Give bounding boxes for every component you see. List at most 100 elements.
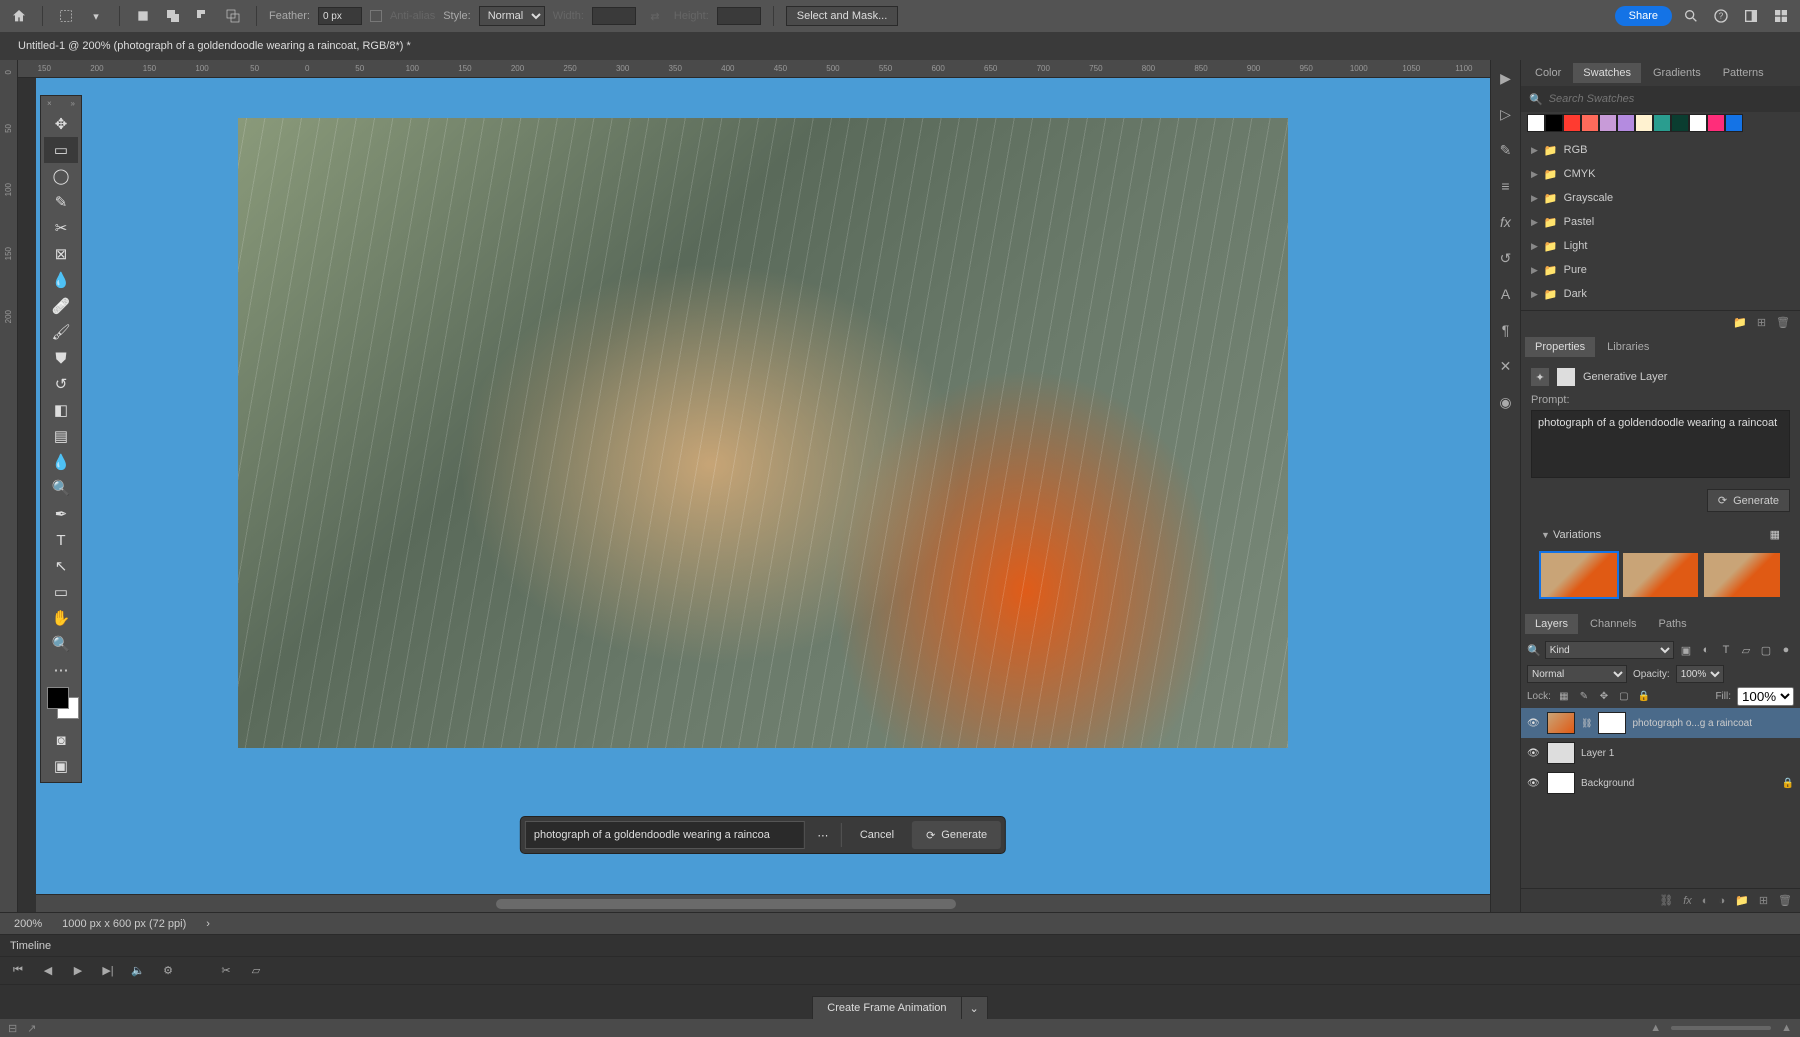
marquee-preset-icon[interactable] — [55, 5, 77, 27]
filter-type-icon[interactable]: T — [1718, 642, 1734, 658]
blend-mode-select[interactable]: Normal — [1527, 665, 1627, 683]
filter-adjust-icon[interactable]: ◐ — [1698, 642, 1714, 658]
layer-thumb[interactable] — [1547, 742, 1575, 764]
swatch-chip[interactable] — [1707, 114, 1725, 132]
pasteboard[interactable]: ⋯ Cancel ⟳Generate — [36, 78, 1490, 894]
eraser-tool[interactable]: ◧ — [44, 397, 78, 423]
swatch-chip[interactable] — [1545, 114, 1563, 132]
blur-tool[interactable]: 💧 — [44, 449, 78, 475]
prompt-textarea[interactable]: photograph of a goldendoodle wearing a r… — [1531, 410, 1790, 478]
mask-icon[interactable]: ◐ — [1702, 895, 1709, 907]
swatch-search-input[interactable] — [1549, 93, 1792, 105]
layer-row[interactable]: 👁 Background 🔒 — [1521, 768, 1800, 798]
rectangle-tool[interactable]: ▭ — [44, 579, 78, 605]
fx-icon[interactable]: fx — [1683, 895, 1692, 907]
audio-icon[interactable]: 🔈 — [130, 963, 146, 979]
zoom-in-slider-icon[interactable]: ▲ — [1781, 1022, 1792, 1034]
swatch-chip[interactable] — [1563, 114, 1581, 132]
swatch-chip[interactable] — [1725, 114, 1743, 132]
dock-settings-icon[interactable]: ✕ — [1496, 356, 1516, 376]
timeline-header[interactable]: Timeline — [0, 934, 1800, 956]
swatch-chip[interactable] — [1617, 114, 1635, 132]
visibility-icon[interactable]: 👁 — [1527, 718, 1541, 729]
dropdown-icon[interactable]: ▾ — [85, 5, 107, 27]
home-button[interactable] — [8, 5, 30, 27]
swatch-chip[interactable] — [1527, 114, 1545, 132]
quick-mask-tool[interactable]: ◙ — [44, 727, 78, 753]
timeline-zoom-slider[interactable] — [1671, 1026, 1771, 1030]
swatch-folder[interactable]: ▶📁RGB — [1521, 138, 1800, 162]
gradient-tool[interactable]: ▤ — [44, 423, 78, 449]
dock-learn-icon[interactable]: ▶ — [1496, 68, 1516, 88]
stamp-tool[interactable]: ⛊ — [44, 345, 78, 371]
split-icon[interactable]: ✂ — [218, 963, 234, 979]
new-layer-icon[interactable]: ⊞ — [1759, 894, 1768, 907]
layer-mask-thumb[interactable] — [1598, 712, 1626, 734]
new-group-icon[interactable]: 📁 — [1733, 316, 1747, 329]
gen-prompt-input[interactable] — [525, 821, 805, 849]
subtract-selection-icon[interactable] — [192, 5, 214, 27]
tab-color[interactable]: Color — [1525, 63, 1571, 83]
layer-filter-select[interactable]: Kind — [1545, 641, 1674, 659]
filter-pixel-icon[interactable]: ▣ — [1678, 642, 1694, 658]
edit-toolbar-icon[interactable]: ⋯ — [44, 657, 78, 683]
tab-properties[interactable]: Properties — [1525, 337, 1595, 357]
dock-type-icon[interactable]: A — [1496, 284, 1516, 304]
dock-comments-icon[interactable]: ◉ — [1496, 392, 1516, 412]
style-select[interactable]: Normal — [479, 6, 545, 26]
move-tool[interactable]: ✥ — [44, 111, 78, 137]
lock-position-icon[interactable]: ✥ — [1597, 690, 1611, 704]
properties-generate-button[interactable]: ⟳Generate — [1707, 489, 1790, 512]
canvas[interactable] — [238, 118, 1288, 748]
tab-layers[interactable]: Layers — [1525, 614, 1578, 634]
zoom-out-slider-icon[interactable]: ▲ — [1650, 1022, 1661, 1034]
create-frame-dropdown[interactable]: ⌄ — [961, 997, 987, 1020]
swatch-folder[interactable]: ▶📁CMYK — [1521, 162, 1800, 186]
first-frame-icon[interactable]: ⏮ — [10, 963, 26, 979]
select-and-mask-button[interactable]: Select and Mask... — [786, 6, 899, 26]
lock-pixels-icon[interactable]: ✎ — [1577, 690, 1591, 704]
tab-patterns[interactable]: Patterns — [1713, 63, 1774, 83]
lasso-tool[interactable]: ◯ — [44, 163, 78, 189]
hand-tool[interactable]: ✋ — [44, 605, 78, 631]
layer-thumb[interactable] — [1547, 712, 1575, 734]
dock-adjust-icon[interactable]: ≡ — [1496, 176, 1516, 196]
eyedropper-tool[interactable]: 💧 — [44, 267, 78, 293]
feather-input[interactable] — [318, 7, 362, 25]
fill-select[interactable]: 100% — [1737, 687, 1794, 706]
layer-name[interactable]: Background — [1581, 778, 1776, 789]
layer-name[interactable]: photograph o...g a raincoat — [1632, 718, 1794, 729]
grid-view-icon[interactable]: ▦ — [1770, 528, 1780, 541]
layer-thumb[interactable] — [1547, 772, 1575, 794]
brush-tool[interactable]: 🖌 — [44, 319, 78, 345]
layer-name[interactable]: Layer 1 — [1581, 748, 1794, 759]
timeline-menu-icon[interactable]: ⊟ — [8, 1022, 17, 1035]
create-frame-button[interactable]: Create Frame Animation — [813, 997, 960, 1020]
transition-icon[interactable]: ▱ — [248, 963, 264, 979]
dock-history-icon[interactable]: ↺ — [1496, 248, 1516, 268]
quick-select-tool[interactable]: ✎ — [44, 189, 78, 215]
layer-row[interactable]: 👁 ⛓ photograph o...g a raincoat — [1521, 708, 1800, 738]
gen-cancel-button[interactable]: Cancel — [846, 821, 908, 849]
filter-shape-icon[interactable]: ▱ — [1738, 642, 1754, 658]
crop-tool[interactable]: ✂ — [44, 215, 78, 241]
tab-channels[interactable]: Channels — [1580, 614, 1646, 634]
visibility-icon[interactable]: 👁 — [1527, 748, 1541, 759]
frame-tool[interactable]: ⊠ — [44, 241, 78, 267]
link-icon[interactable]: ⛓ — [1581, 718, 1592, 729]
delete-swatch-icon[interactable]: 🗑 — [1776, 316, 1790, 329]
gen-more-icon[interactable]: ⋯ — [809, 821, 837, 849]
swatch-chip[interactable] — [1635, 114, 1653, 132]
dock-brushes-icon[interactable]: ✎ — [1496, 140, 1516, 160]
type-tool[interactable]: T — [44, 527, 78, 553]
new-selection-icon[interactable] — [132, 5, 154, 27]
swatch-folder[interactable]: ▶📁Light — [1521, 234, 1800, 258]
tab-libraries[interactable]: Libraries — [1597, 337, 1659, 357]
zoom-level[interactable]: 200% — [14, 918, 42, 930]
healing-tool[interactable]: 🩹 — [44, 293, 78, 319]
share-button[interactable]: Share — [1615, 6, 1672, 26]
zoom-tool[interactable]: 🔍 — [44, 631, 78, 657]
variation-thumb[interactable] — [1541, 553, 1617, 597]
filter-toggle-icon[interactable]: ● — [1778, 642, 1794, 658]
convert-icon[interactable]: ↗ — [27, 1022, 36, 1035]
